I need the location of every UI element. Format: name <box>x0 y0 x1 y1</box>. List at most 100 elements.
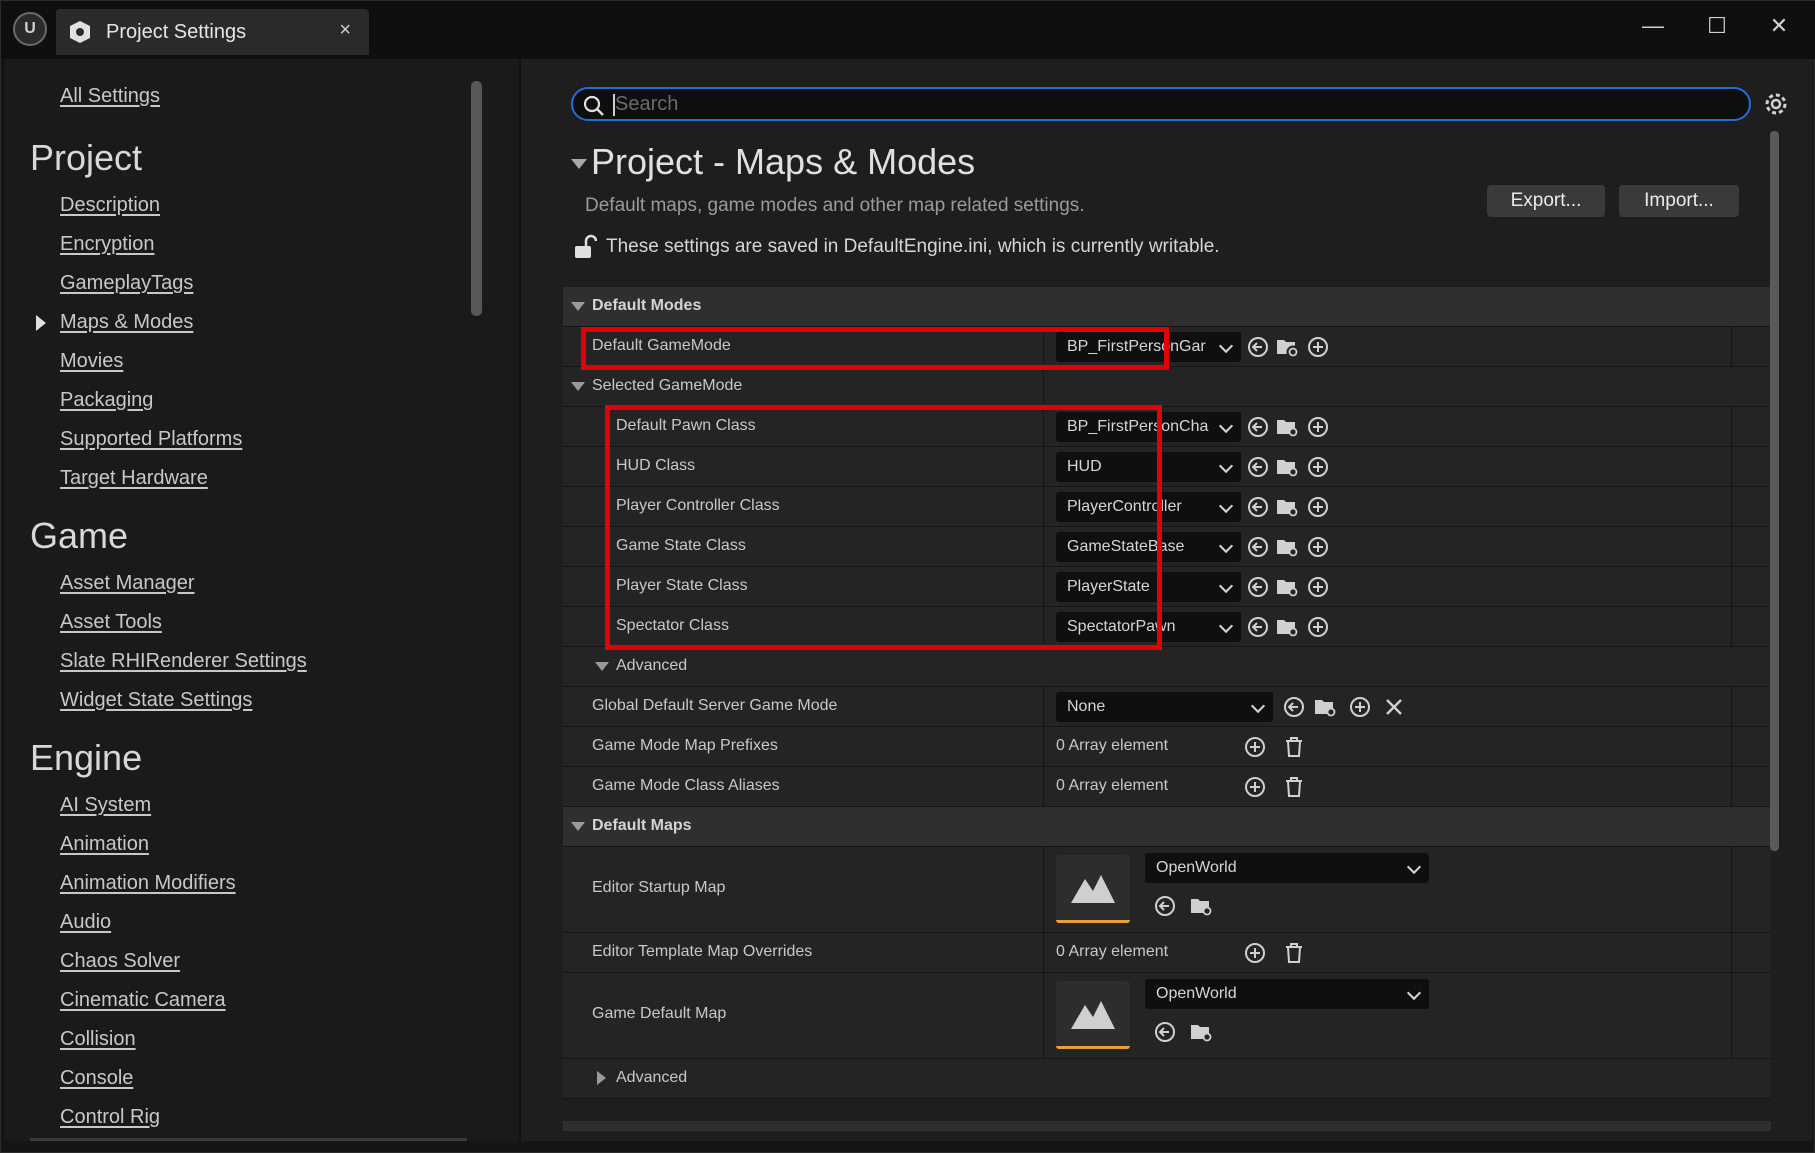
column-divider <box>1731 407 1732 446</box>
combo-value: OpenWorld <box>1156 985 1237 1002</box>
sidebar-horizontal-scrollbar[interactable] <box>30 1138 467 1141</box>
folder-search-icon[interactable] <box>1275 334 1301 360</box>
sidebar-item-movies[interactable]: Movies <box>60 350 123 373</box>
group-label: Advanced <box>616 657 688 674</box>
plus-circle-icon[interactable] <box>1305 534 1331 560</box>
use-selected-icon[interactable] <box>1245 414 1271 440</box>
trash-icon[interactable] <box>1281 774 1307 800</box>
use-selected-icon[interactable] <box>1152 893 1178 919</box>
plus-circle-icon[interactable] <box>1347 694 1373 720</box>
row-advanced-maps[interactable]: Advanced <box>563 1059 1771 1099</box>
use-selected-icon[interactable] <box>1245 614 1271 640</box>
expand-arrow-icon[interactable] <box>571 302 585 311</box>
folder-search-icon[interactable] <box>1275 574 1301 600</box>
expand-arrow-icon[interactable] <box>571 382 585 391</box>
sidebar-item-widget-state[interactable]: Widget State Settings <box>60 689 252 712</box>
sidebar-item-packaging[interactable]: Packaging <box>60 389 153 412</box>
folder-search-icon[interactable] <box>1275 414 1301 440</box>
tab-project-settings[interactable]: Project Settings × <box>56 9 369 55</box>
sidebar-item-audio[interactable]: Audio <box>60 911 111 934</box>
folder-search-icon[interactable] <box>1275 454 1301 480</box>
category-default-maps[interactable]: Default Maps <box>563 807 1771 847</box>
gear-icon[interactable] <box>1761 89 1791 119</box>
sidebar-item-supported-platforms[interactable]: Supported Platforms <box>60 428 242 451</box>
close-window-button[interactable]: ✕ <box>1759 9 1799 43</box>
chevron-down-icon <box>1218 498 1234 514</box>
import-button[interactable]: Import... <box>1619 185 1739 217</box>
map-thumbnail[interactable] <box>1056 981 1130 1049</box>
sidebar-item-description[interactable]: Description <box>60 194 160 217</box>
expand-arrow-icon[interactable] <box>571 822 585 831</box>
maximize-button[interactable]: ☐ <box>1697 9 1737 43</box>
editor-startup-map-combo[interactable]: OpenWorld <box>1145 853 1429 883</box>
trash-icon[interactable] <box>1281 940 1307 966</box>
sidebar-item-maps-modes[interactable]: Maps & Modes <box>60 311 193 334</box>
use-selected-icon[interactable] <box>1245 494 1271 520</box>
folder-search-icon[interactable] <box>1275 494 1301 520</box>
row-game-mode-map-prefixes: Game Mode Map Prefixes 0 Array element <box>563 727 1771 767</box>
title-bar: U Project Settings × — ☐ ✕ <box>1 1 1815 59</box>
sidebar-item-control-rig[interactable]: Control Rig <box>60 1106 160 1129</box>
x-icon[interactable] <box>1381 694 1407 720</box>
search-input[interactable]: Search <box>571 87 1751 121</box>
sidebar-scrollbar[interactable] <box>471 81 482 316</box>
folder-search-icon[interactable] <box>1189 1019 1215 1045</box>
sidebar-item-console[interactable]: Console <box>60 1067 133 1090</box>
row-selected-gamemode[interactable]: Selected GameMode <box>563 367 1771 407</box>
sidebar-item-collision[interactable]: Collision <box>60 1028 136 1051</box>
plus-circle-icon[interactable] <box>1305 334 1331 360</box>
sidebar-item-animation[interactable]: Animation <box>60 833 149 856</box>
sidebar-item-chaos-solver[interactable]: Chaos Solver <box>60 950 180 973</box>
plus-circle-icon[interactable] <box>1242 734 1268 760</box>
sidebar-item-asset-manager[interactable]: Asset Manager <box>60 572 195 595</box>
plus-circle-icon[interactable] <box>1305 574 1331 600</box>
sidebar-item-gameplaytags[interactable]: GameplayTags <box>60 272 193 295</box>
row-advanced-modes[interactable]: Advanced <box>563 647 1771 687</box>
plus-circle-icon[interactable] <box>1305 614 1331 640</box>
page-description: Default maps, game modes and other map r… <box>585 195 1085 216</box>
folder-search-icon[interactable] <box>1189 893 1215 919</box>
server-game-mode-combo[interactable]: None <box>1056 692 1273 722</box>
sidebar-item-encryption[interactable]: Encryption <box>60 233 155 256</box>
sidebar-item-target-hardware[interactable]: Target Hardware <box>60 467 208 490</box>
map-thumbnail[interactable] <box>1056 855 1130 923</box>
sidebar-item-cinematic-camera[interactable]: Cinematic Camera <box>60 989 226 1012</box>
use-selected-icon[interactable] <box>1245 334 1271 360</box>
use-selected-icon[interactable] <box>1245 574 1271 600</box>
row-game-default-map: Game Default Map OpenWorld <box>563 973 1771 1059</box>
trash-icon[interactable] <box>1281 734 1307 760</box>
array-count: 0 Array element <box>1056 737 1169 754</box>
property-label: Game Mode Map Prefixes <box>592 737 778 754</box>
sidebar-item-all-settings[interactable]: All Settings <box>60 85 160 108</box>
sidebar-item-ai-system[interactable]: AI System <box>60 794 151 817</box>
use-selected-icon[interactable] <box>1281 694 1307 720</box>
folder-search-icon[interactable] <box>1275 614 1301 640</box>
column-divider <box>1043 367 1044 406</box>
folder-search-icon[interactable] <box>1275 534 1301 560</box>
plus-circle-icon[interactable] <box>1305 494 1331 520</box>
export-button[interactable]: Export... <box>1487 185 1605 217</box>
use-selected-icon[interactable] <box>1245 534 1271 560</box>
use-selected-icon[interactable] <box>1152 1019 1178 1045</box>
sidebar-item-asset-tools[interactable]: Asset Tools <box>60 611 162 634</box>
sidebar-item-animation-modifiers[interactable]: Animation Modifiers <box>60 872 236 895</box>
highlight-default-gamemode <box>581 327 1169 370</box>
details-scrollbar[interactable] <box>1770 131 1779 851</box>
plus-circle-icon[interactable] <box>1305 414 1331 440</box>
plus-circle-icon[interactable] <box>1242 940 1268 966</box>
plus-circle-icon[interactable] <box>1305 454 1331 480</box>
minimize-button[interactable]: — <box>1633 9 1673 43</box>
folder-search-icon[interactable] <box>1313 694 1339 720</box>
tab-close-icon[interactable]: × <box>339 19 351 42</box>
column-divider <box>1043 973 1044 1058</box>
collapse-section-icon[interactable] <box>571 159 587 169</box>
unreal-logo-icon[interactable]: U <box>13 12 47 46</box>
expand-arrow-icon[interactable] <box>595 662 609 671</box>
game-default-map-combo[interactable]: OpenWorld <box>1145 979 1429 1009</box>
category-default-modes[interactable]: Default Modes <box>563 287 1771 327</box>
plus-circle-icon[interactable] <box>1242 774 1268 800</box>
use-selected-icon[interactable] <box>1245 454 1271 480</box>
sidebar-item-slate-rhirenderer[interactable]: Slate RHIRenderer Settings <box>60 650 307 673</box>
unlock-icon <box>575 234 597 258</box>
expand-arrow-icon[interactable] <box>597 1071 606 1085</box>
